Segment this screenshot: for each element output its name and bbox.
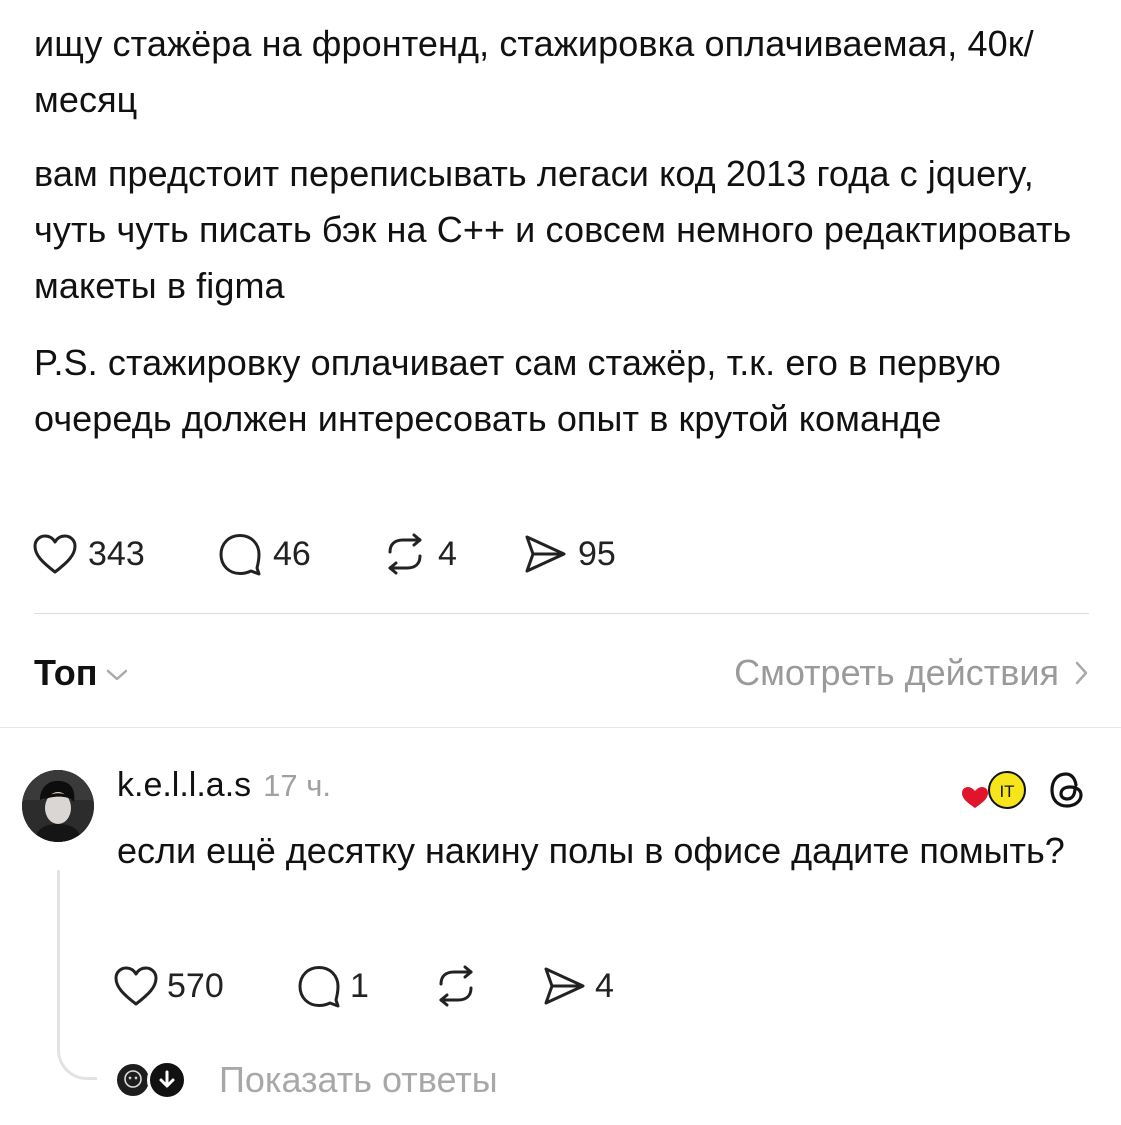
threads-logo-icon[interactable] [1045,768,1089,812]
badge-text: IT [999,782,1014,801]
post-paragraph-1: ищу стажёра на фронтенд, стажировка опла… [34,23,1034,120]
comment-share-count: 4 [595,966,614,1005]
view-activity-link[interactable]: Смотреть действия [734,652,1089,694]
repost-icon [388,533,422,575]
replies-sort-bar: Топ Смотреть действия [34,645,1089,701]
comment-like-count: 570 [167,966,224,1005]
show-replies-button[interactable]: Показать ответы [115,1058,498,1102]
comment-header: k.e.l.l.a.s 17 ч. [117,766,331,805]
like-button[interactable]: 343 [32,533,217,575]
comment-like-button[interactable]: 570 [113,965,296,1007]
avatar[interactable] [22,770,94,842]
sort-label: Топ [34,652,98,693]
chevron-right-icon [1075,661,1088,685]
share-send-icon [525,535,566,573]
repost-count: 4 [438,534,457,573]
comment-bubble-icon [219,534,261,576]
comment-count: 46 [273,534,311,573]
share-button[interactable]: 95 [522,532,642,576]
post-paragraph-3: P.S. стажировку оплачивает сам стажёр, т… [34,342,1001,439]
chevron-down-icon [107,669,128,681]
thread-connector [57,1030,97,1080]
repost-icon [439,965,473,1007]
heart-icon [114,966,158,1006]
share-send-icon [544,967,585,1005]
reply-avatar [115,1062,151,1098]
comment-text: если ещё десятку накину полы в офисе дад… [117,830,1065,871]
repost-button[interactable]: 4 [382,532,522,576]
comment-reply-count: 1 [350,966,369,1005]
post-actions-bar: 343 46 4 95 [32,528,642,580]
timestamp: 17 ч. [263,768,332,803]
comment-reply-button[interactable]: 1 [296,964,433,1008]
section-separator [0,727,1121,728]
share-count: 95 [578,534,616,573]
comment-bubble-icon [298,966,340,1008]
reply-avatars [115,1058,195,1102]
thread-line [57,870,60,1050]
sort-dropdown[interactable]: Топ [34,652,129,694]
comment-actions-bar: 570 1 4 [113,960,641,1012]
comment-share-button[interactable]: 4 [541,964,641,1008]
post-paragraph-2: вам предстоит переписывать легаси код 20… [34,153,1072,306]
heart-it-badge-icon: IT [960,768,1032,812]
comment-repost-button[interactable] [433,964,541,1008]
heart-icon [33,534,77,574]
activity-label: Смотреть действия [734,652,1059,693]
show-replies-label: Показать ответы [219,1059,498,1100]
divider [34,613,1089,614]
username[interactable]: k.e.l.l.a.s [117,766,251,805]
comment-button[interactable]: 46 [217,532,382,576]
arrow-down-circle-icon [147,1060,187,1100]
like-count: 343 [88,534,145,573]
